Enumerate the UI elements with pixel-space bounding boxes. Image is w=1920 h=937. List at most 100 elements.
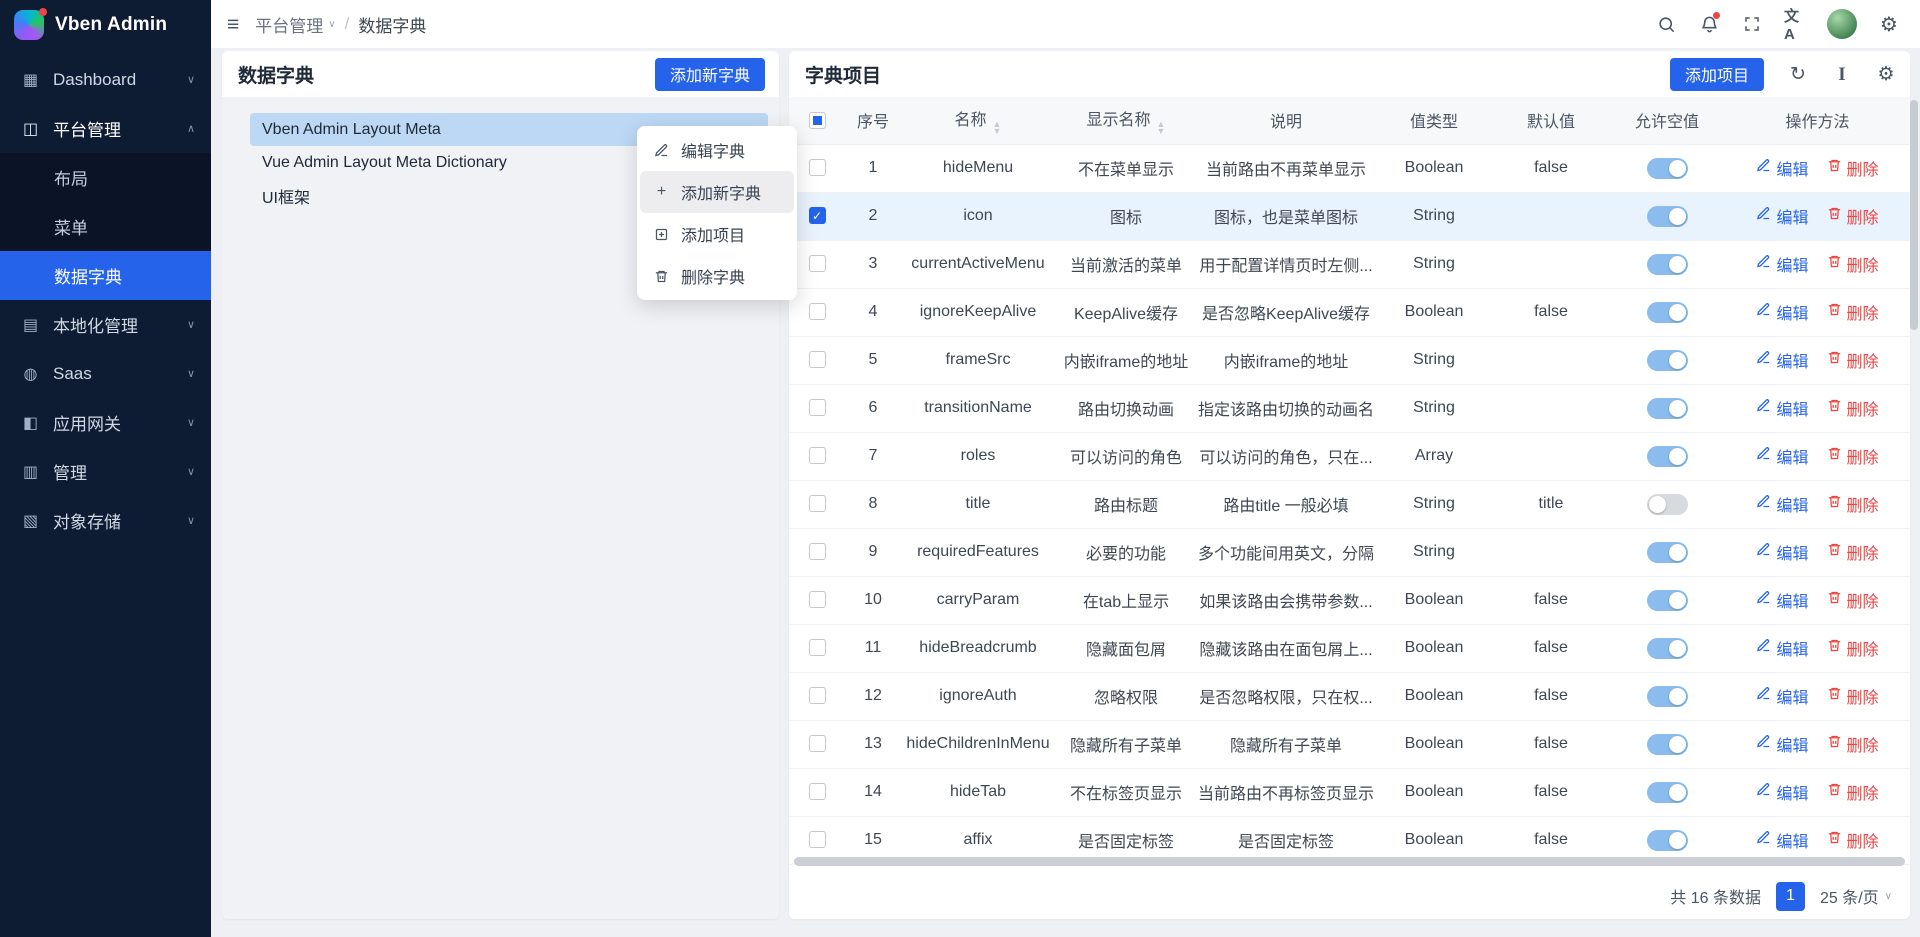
- row-checkbox[interactable]: [809, 159, 826, 176]
- edit-button[interactable]: 编辑: [1756, 300, 1808, 324]
- cell-display-name: 隐藏所有子菜单: [1055, 720, 1197, 768]
- allow-null-toggle[interactable]: [1647, 590, 1688, 611]
- delete-button[interactable]: 删除: [1827, 444, 1879, 468]
- row-checkbox[interactable]: [809, 639, 826, 656]
- refresh-icon[interactable]: ↻: [1788, 64, 1808, 84]
- row-checkbox[interactable]: [809, 831, 826, 848]
- delete-button[interactable]: 删除: [1827, 252, 1879, 276]
- edit-button[interactable]: 编辑: [1756, 684, 1808, 708]
- row-checkbox[interactable]: [809, 447, 826, 464]
- sidebar-item-saas[interactable]: ◍Saas∨: [0, 349, 211, 398]
- context-menu-item[interactable]: 删除字典: [640, 255, 794, 297]
- row-checkbox[interactable]: [809, 591, 826, 608]
- row-checkbox[interactable]: [809, 255, 826, 272]
- app-logo[interactable]: Vben Admin: [0, 0, 211, 49]
- allow-null-toggle[interactable]: [1647, 446, 1688, 467]
- delete-button[interactable]: 删除: [1827, 588, 1879, 612]
- edit-button[interactable]: 编辑: [1756, 156, 1808, 180]
- delete-button[interactable]: 删除: [1827, 636, 1879, 660]
- allow-null-toggle[interactable]: [1647, 302, 1688, 323]
- allow-null-toggle[interactable]: [1647, 686, 1688, 707]
- settings-icon[interactable]: ⚙: [1876, 64, 1896, 84]
- allow-null-toggle[interactable]: [1647, 734, 1688, 755]
- delete-button[interactable]: 删除: [1827, 204, 1879, 228]
- sidebar-item-storage[interactable]: ▧对象存储∨: [0, 496, 211, 545]
- delete-button[interactable]: 删除: [1827, 348, 1879, 372]
- allow-null-toggle[interactable]: [1647, 542, 1688, 563]
- row-checkbox[interactable]: [809, 735, 826, 752]
- edit-button[interactable]: 编辑: [1756, 252, 1808, 276]
- delete-button[interactable]: 删除: [1827, 828, 1879, 852]
- context-menu-item[interactable]: +添加新字典: [640, 171, 794, 213]
- page-number[interactable]: 1: [1776, 882, 1805, 911]
- delete-button[interactable]: 删除: [1827, 300, 1879, 324]
- allow-null-toggle[interactable]: [1647, 638, 1688, 659]
- bell-icon[interactable]: [1698, 13, 1720, 35]
- edit-button[interactable]: 编辑: [1756, 636, 1808, 660]
- settings-icon[interactable]: ⚙: [1878, 13, 1900, 35]
- page-size-select[interactable]: 25 条/页 ∨: [1820, 884, 1892, 908]
- delete-button[interactable]: 删除: [1827, 684, 1879, 708]
- edit-button[interactable]: 编辑: [1756, 444, 1808, 468]
- sort-icons[interactable]: ▲▼: [993, 121, 1002, 135]
- edit-button[interactable]: 编辑: [1756, 204, 1808, 228]
- row-checkbox[interactable]: [809, 783, 826, 800]
- edit-button[interactable]: 编辑: [1756, 396, 1808, 420]
- delete-button[interactable]: 删除: [1827, 492, 1879, 516]
- allow-null-toggle[interactable]: [1647, 350, 1688, 371]
- vertical-scrollbar[interactable]: [1910, 100, 1918, 330]
- edit-button[interactable]: 编辑: [1756, 492, 1808, 516]
- pencil-icon: [1756, 254, 1771, 274]
- select-all-checkbox[interactable]: [809, 112, 826, 129]
- edit-button[interactable]: 编辑: [1756, 780, 1808, 804]
- context-menu-item[interactable]: 添加项目: [640, 213, 794, 255]
- allow-null-toggle[interactable]: [1647, 206, 1688, 227]
- edit-button[interactable]: 编辑: [1756, 540, 1808, 564]
- horizontal-scrollbar[interactable]: [794, 857, 1905, 866]
- text-height-icon[interactable]: I: [1832, 64, 1852, 84]
- allow-null-toggle[interactable]: [1647, 830, 1688, 851]
- context-menu-item[interactable]: 编辑字典: [640, 129, 794, 171]
- row-checkbox[interactable]: [809, 399, 826, 416]
- edit-button[interactable]: 编辑: [1756, 348, 1808, 372]
- delete-button[interactable]: 删除: [1827, 780, 1879, 804]
- allow-null-toggle[interactable]: [1647, 158, 1688, 179]
- allow-null-toggle[interactable]: [1647, 782, 1688, 803]
- fullscreen-icon[interactable]: [1741, 13, 1763, 35]
- sidebar-item-locale[interactable]: ▤本地化管理∨: [0, 300, 211, 349]
- cell-name: icon: [901, 192, 1055, 240]
- add-item-button[interactable]: 添加项目: [1670, 58, 1764, 91]
- row-checkbox[interactable]: ✓: [809, 207, 826, 224]
- sort-icons[interactable]: ▲▼: [1157, 121, 1166, 135]
- add-dictionary-button[interactable]: 添加新字典: [655, 58, 765, 91]
- row-checkbox[interactable]: [809, 303, 826, 320]
- allow-null-toggle[interactable]: [1647, 494, 1688, 515]
- sidebar-item-platform[interactable]: ◫平台管理∧: [0, 104, 211, 153]
- sidebar-subitem[interactable]: 数据字典: [0, 251, 211, 300]
- allow-null-toggle[interactable]: [1647, 254, 1688, 275]
- avatar[interactable]: [1827, 9, 1857, 39]
- cell-name: transitionName: [901, 384, 1055, 432]
- row-checkbox[interactable]: [809, 495, 826, 512]
- sidebar-collapse-icon[interactable]: ≡: [227, 14, 239, 35]
- sidebar-item-manage[interactable]: ▥管理∨: [0, 447, 211, 496]
- allow-null-toggle[interactable]: [1647, 398, 1688, 419]
- sidebar-item-dashboard[interactable]: ▦Dashboard∨: [0, 55, 211, 104]
- delete-button[interactable]: 删除: [1827, 732, 1879, 756]
- delete-button[interactable]: 删除: [1827, 156, 1879, 180]
- row-checkbox[interactable]: [809, 687, 826, 704]
- delete-button[interactable]: 删除: [1827, 396, 1879, 420]
- sidebar-subitem[interactable]: 菜单: [0, 202, 211, 251]
- breadcrumb-item-section[interactable]: 平台管理 ∨: [255, 12, 335, 37]
- row-checkbox[interactable]: [809, 351, 826, 368]
- delete-button[interactable]: 删除: [1827, 540, 1879, 564]
- translate-icon[interactable]: 文A: [1784, 13, 1806, 35]
- edit-button[interactable]: 编辑: [1756, 732, 1808, 756]
- edit-button[interactable]: 编辑: [1756, 828, 1808, 852]
- search-icon[interactable]: [1655, 13, 1677, 35]
- cell-description: 是否忽略KeepAlive缓存: [1197, 288, 1375, 336]
- sidebar-item-gateway[interactable]: ◧应用网关∨: [0, 398, 211, 447]
- edit-button[interactable]: 编辑: [1756, 588, 1808, 612]
- row-checkbox[interactable]: [809, 543, 826, 560]
- sidebar-subitem[interactable]: 布局: [0, 153, 211, 202]
